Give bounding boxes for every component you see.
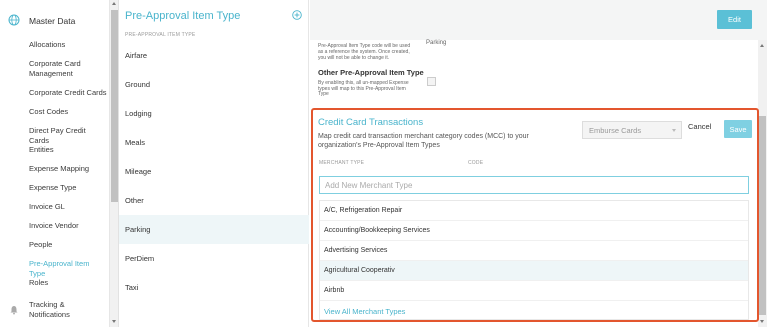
column-header: PRE-APPROVAL ITEM TYPE [125, 32, 196, 38]
add-circle-icon[interactable] [292, 10, 302, 20]
sidebar-item-pre-approval-item-type[interactable]: Pre-Approval Item Type [29, 259, 107, 279]
bell-icon [10, 306, 18, 315]
cancel-button[interactable]: Cancel [688, 122, 711, 131]
save-button[interactable]: Save [724, 120, 752, 138]
sidebar-item-invoice-vendor[interactable]: Invoice Vendor [29, 221, 107, 231]
section-title: Credit Card Transactions [318, 117, 424, 128]
list-item[interactable]: Airfare [119, 41, 309, 70]
item-type-list-panel: Pre-Approval Item Type PRE-APPROVAL ITEM… [119, 0, 309, 327]
chevron-down-icon [672, 129, 676, 132]
other-item-type-description: By enabling this, all un-mapped Expense … [318, 80, 409, 98]
list-item-selected[interactable]: Parking [119, 215, 309, 244]
globe-icon [8, 14, 20, 26]
scroll-down-arrow-icon[interactable] [760, 320, 764, 323]
sidebar-item-entities[interactable]: Entities [29, 145, 107, 155]
code-value: Parking [426, 40, 447, 46]
sidebar-item-direct-pay-credit-cards[interactable]: Direct Pay Credit Cards [29, 126, 107, 146]
scrollbar-thumb[interactable] [759, 116, 766, 315]
sidebar-item-corporate-credit-cards[interactable]: Corporate Credit Cards [29, 88, 107, 98]
column-header-code: CODE [468, 160, 484, 166]
dropdown-option[interactable]: Accounting/Bookkeeping Services [320, 221, 748, 241]
other-item-type-checkbox[interactable] [427, 77, 436, 86]
select-value: Emburse Cards [589, 125, 642, 135]
edit-button[interactable]: Edit [717, 10, 752, 29]
scrollbar-thumb[interactable] [111, 10, 118, 202]
merchant-type-input[interactable] [319, 176, 749, 194]
sidebar-item-people[interactable]: People [29, 240, 107, 250]
detail-header-bar [310, 0, 767, 40]
sidebar: Master Data Allocations Corporate Card M… [0, 0, 110, 327]
sidebar-item-allocations[interactable]: Allocations [29, 40, 107, 50]
sidebar-item-expense-mapping[interactable]: Expense Mapping [29, 164, 107, 174]
list-item[interactable]: Taxi [119, 273, 309, 302]
list-item[interactable]: PerDiem [119, 244, 309, 273]
list-item[interactable]: Meals [119, 128, 309, 157]
dropdown-option[interactable]: Airbnb [320, 281, 748, 301]
code-help-text: Pre-Approval Item Type code will be used… [318, 43, 411, 61]
scroll-up-arrow-icon[interactable] [112, 2, 116, 5]
sidebar-item-expense-type[interactable]: Expense Type [29, 183, 107, 193]
sidebar-section-master-data[interactable]: Master Data [0, 7, 109, 34]
detail-scrollbar[interactable] [758, 40, 767, 327]
dropdown-option-highlighted[interactable]: Agricultural Cooperativ [320, 261, 748, 281]
sidebar-item-invoice-gl[interactable]: Invoice GL [29, 202, 107, 212]
scroll-up-arrow-icon[interactable] [760, 44, 764, 47]
sidebar-item-cost-codes[interactable]: Cost Codes [29, 107, 107, 117]
merchant-dropdown-list: A/C, Refrigeration Repair Accounting/Boo… [319, 200, 749, 320]
sidebar-item-roles[interactable]: Roles [29, 278, 107, 288]
list-item[interactable]: Mileage [119, 157, 309, 186]
section-description: Map credit card transaction merchant cat… [318, 133, 529, 149]
list-item[interactable]: Other [119, 186, 309, 215]
column-header-merchant-type: MERCHANT TYPE [319, 160, 365, 166]
other-item-type-label: Other Pre-Approval Item Type [318, 68, 424, 77]
view-all-merchant-types-link[interactable]: View All Merchant Types [324, 307, 405, 316]
list-item[interactable]: Lodging [119, 99, 309, 128]
sidebar-scrollbar[interactable] [110, 0, 119, 327]
scroll-down-arrow-icon[interactable] [112, 320, 116, 323]
panel-title: Pre-Approval Item Type [125, 10, 241, 22]
dropdown-option[interactable]: Advertising Services [320, 241, 748, 261]
sidebar-item-tracking-notifications[interactable]: Tracking & Notifications [29, 300, 107, 320]
card-source-select[interactable]: Emburse Cards [582, 121, 682, 139]
dropdown-option[interactable]: A/C, Refrigeration Repair [320, 201, 748, 221]
sidebar-item-corporate-card-management[interactable]: Corporate Card Management [29, 59, 107, 79]
list-item[interactable]: Ground [119, 70, 309, 99]
sidebar-section-label: Master Data [29, 16, 76, 26]
